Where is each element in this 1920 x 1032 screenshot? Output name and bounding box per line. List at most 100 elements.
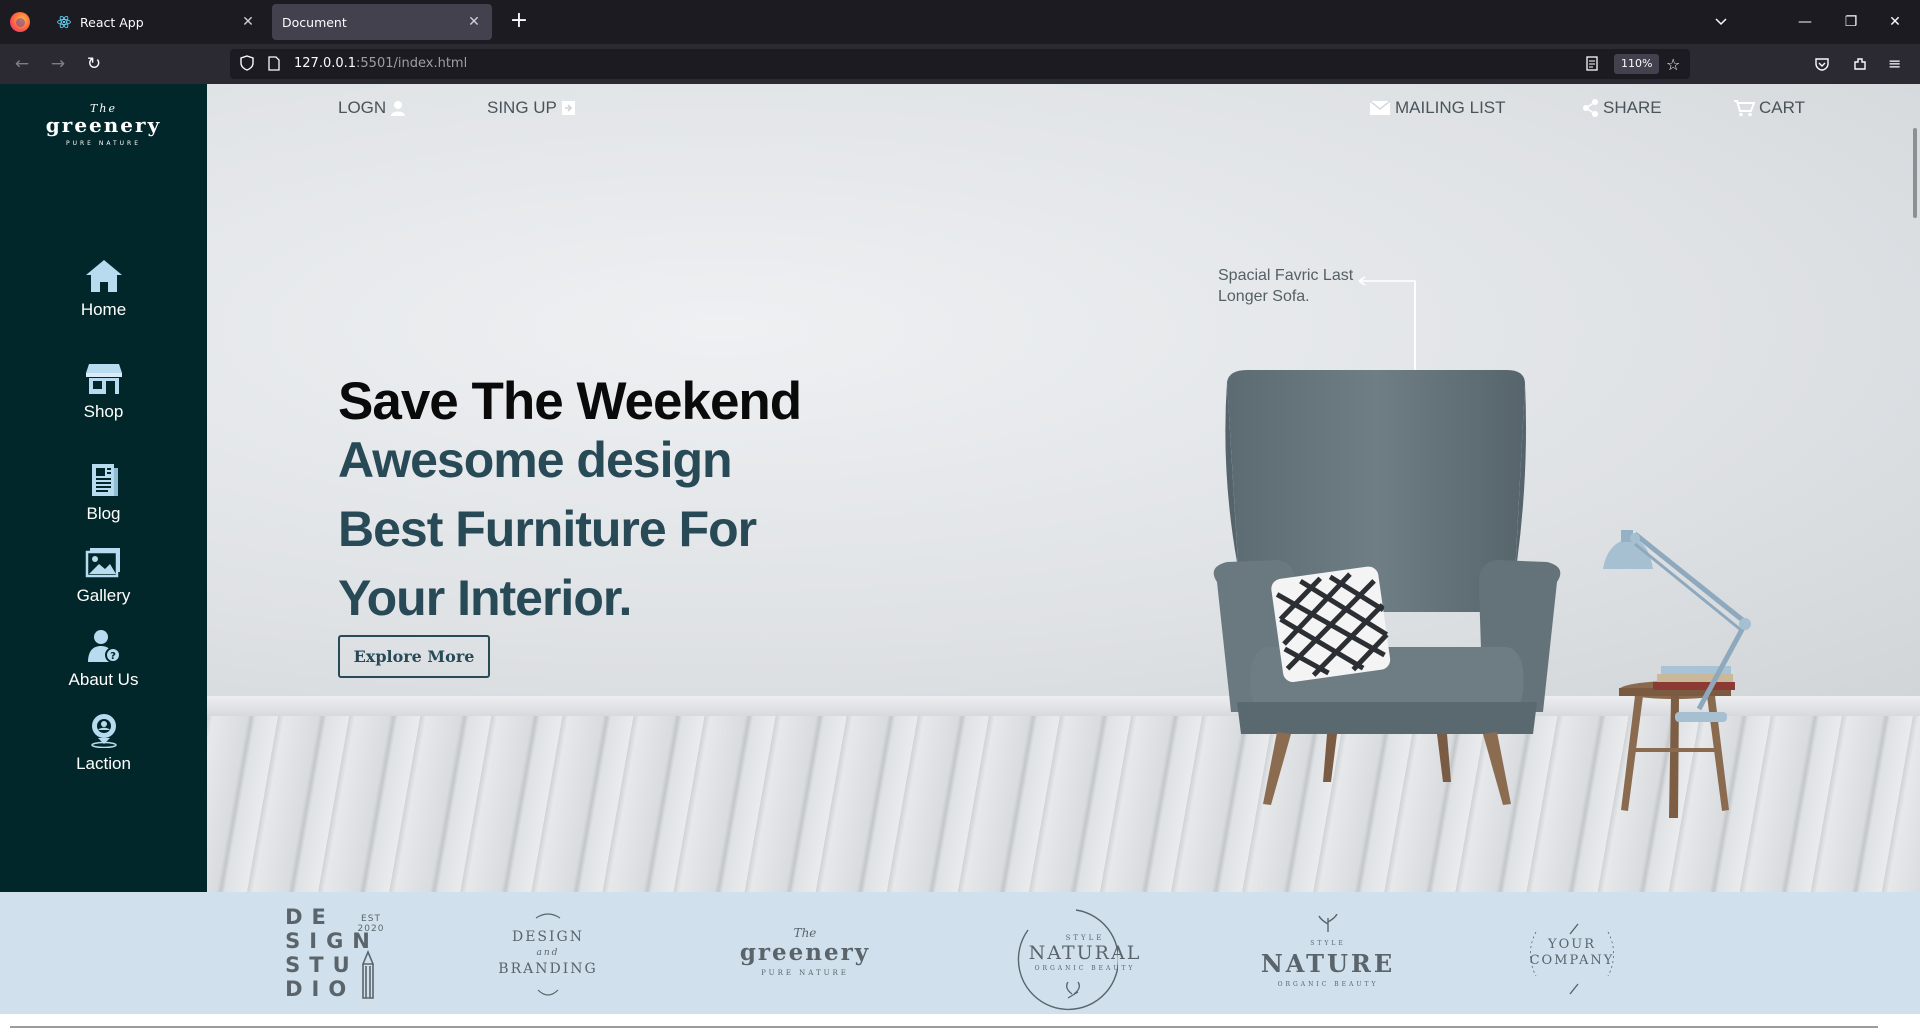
logo-sub-text: PURE NATURE [65,140,142,147]
sidebar-item-home[interactable]: Home [0,258,207,320]
signup-link[interactable]: SING UP [487,98,576,118]
about-icon: ? [87,630,121,663]
cart-icon [1734,100,1755,117]
greenery-brand-text: The greenery PURE NATURE [740,923,870,983]
sidebar-item-blog[interactable]: Blog [0,462,207,524]
back-icon[interactable]: ← [8,52,36,76]
pencil-icon [362,950,374,999]
footer-divider [10,1026,1878,1028]
share-label: SHARE [1603,98,1662,117]
logo-main-text: greenery [45,113,162,137]
share-link[interactable]: SHARE [1583,98,1662,118]
svg-text:?: ? [110,651,116,662]
leaf-icon [1318,913,1338,932]
brand-line: ORGANIC BEAUTY [1277,980,1379,988]
close-tab-icon[interactable]: ✕ [240,14,256,30]
hero-section: LOGN SING UP MAILING LIST SHARE CART Spa… [207,84,1920,892]
natural-logo[interactable]: STYLE NATURAL ORGANIC BEAUTY [1000,900,1170,1011]
brand-line: NATURE [1260,948,1396,978]
new-tab-button[interactable]: + [505,8,533,36]
greenery-logo[interactable]: The greenery PURE NATURE [0,102,207,147]
sidebar-item-location[interactable]: Laction [0,712,207,774]
react-icon [56,14,72,30]
page-icon[interactable] [268,56,280,75]
mail-icon [1369,100,1391,115]
url-text[interactable]: 127.0.0.1:5501/index.html [294,56,467,71]
login-link[interactable]: LOGN [338,98,406,118]
hero-headline: Save The Weekend [338,372,802,431]
brand-line: BRANDING [498,961,598,977]
url-path: :5501/index.html [356,56,468,71]
gallery-icon [85,548,120,578]
menu-icon[interactable]: ≡ [1888,54,1901,73]
hero-subline-3: Your Interior. [338,570,632,626]
close-tab-icon[interactable]: ✕ [466,14,482,30]
url-host: 127.0.0.1 [294,56,357,71]
list-all-tabs-icon[interactable] [1706,10,1736,34]
minimize-button[interactable]: — [1790,10,1820,34]
brand-line: and [536,948,560,958]
hero-text: Save The Weekend Awesome design Best Fur… [338,372,802,633]
callout-line-2: Longer Sofa. [1218,288,1310,305]
sidebar: The greenery PURE NATURE Home Shop Blog … [0,84,207,892]
armchair-image [1213,370,1561,805]
share-icon [1583,99,1598,117]
firefox-icon[interactable] [10,12,30,32]
pocket-icon[interactable] [1814,56,1830,76]
cart-label: CART [1759,98,1805,117]
bookmark-star-icon[interactable]: ☆ [1666,55,1680,74]
restore-button[interactable]: ❐ [1836,10,1866,34]
design-branding-text: DESIGN and BRANDING [498,929,597,977]
scrollbar-thumb[interactable] [1913,128,1917,218]
mailing-list-label: MAILING LIST [1395,98,1506,117]
sidebar-item-label: Home [80,300,127,319]
design-studio-logo[interactable]: DE SIGN STU DIO EST 2020 [262,900,402,1006]
url-bar[interactable]: 127.0.0.1:5501/index.html 110% ☆ [230,49,1690,79]
tab-react-app[interactable]: React App ✕ [46,4,266,40]
sidebar-item-label: Gallery [76,586,131,605]
brand-line: YOUR [1548,937,1596,952]
browser-nav-bar: ← → ↻ 127.0.0.1:5501/index.html 110% ☆ ≡ [0,44,1920,84]
page-scrollbar[interactable] [1908,84,1920,892]
your-company-text: YOUR COMPANY [1530,937,1615,969]
sidebar-item-shop[interactable]: Shop [0,360,207,422]
design-branding-logo[interactable]: DESIGN and BRANDING [488,900,608,1006]
brand-line: DESIGN [511,929,584,945]
browser-tab-bar: React App ✕ Document ✕ + — ❐ ✕ [0,0,1920,44]
sidebar-item-label: Abaut Us [68,670,139,689]
brand-line: PURE NATURE [761,969,849,977]
location-icon [90,714,117,748]
reload-icon[interactable]: ↻ [80,52,108,76]
sidebar-item-gallery[interactable]: Gallery [0,544,207,606]
explore-more-button[interactable]: Explore More [338,635,490,678]
user-icon [391,101,406,116]
greenery-brand-logo[interactable]: The greenery PURE NATURE [725,900,885,1006]
brand-est-text: EST 2020 [357,914,385,934]
hero-subline-1: Awesome design [338,432,733,488]
reader-view-icon[interactable] [1586,56,1598,75]
blog-icon [91,464,118,496]
sidebar-item-about[interactable]: ? Abaut Us [0,628,207,690]
shop-icon [85,364,122,394]
cart-link[interactable]: CART [1733,98,1805,118]
extensions-icon[interactable] [1852,56,1868,76]
natural-logo-text: STYLE NATURAL ORGANIC BEAUTY [1029,931,1142,976]
web-page: The greenery PURE NATURE Home Shop Blog … [0,84,1920,1032]
zoom-level-badge[interactable]: 110% [1614,54,1660,74]
signup-label: SING UP [487,98,557,117]
close-window-button[interactable]: ✕ [1880,10,1910,34]
brand-line: greenery [739,939,871,966]
signup-icon [561,101,575,115]
mailing-list-link[interactable]: MAILING LIST [1369,98,1506,118]
nature-logo[interactable]: STYLE NATURE ORGANIC BEAUTY [1258,900,1398,1006]
brand-line: COMPANY [1529,953,1615,968]
tab-document[interactable]: Document ✕ [272,4,492,40]
shield-icon[interactable] [240,55,254,75]
desk-lamp-image [1603,530,1751,722]
sidebar-item-label: Shop [83,402,124,421]
callout-line-1: Spacial Favric Last [1218,267,1354,284]
your-company-logo[interactable]: YOUR COMPANY [1512,900,1632,1006]
login-label: LOGN [338,98,387,117]
forward-icon[interactable]: → [44,52,72,76]
brand-line: ORGANIC BEAUTY [1034,964,1136,972]
